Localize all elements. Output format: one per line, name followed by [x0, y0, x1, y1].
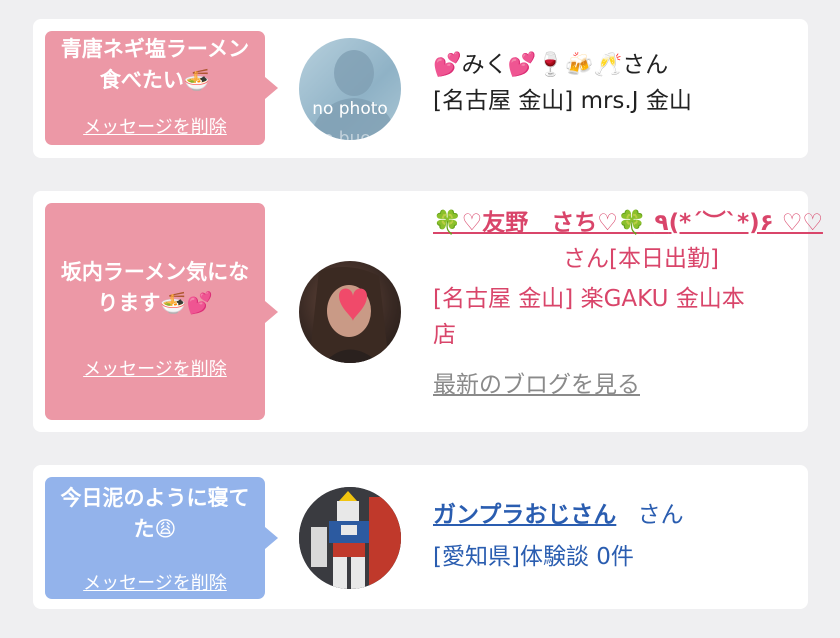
avatar-text: no photo [312, 99, 388, 119]
sender-area-continued: 店 [433, 322, 456, 348]
sender-name-suffix: さん [637, 502, 684, 528]
sender-info: 💕みく💕🍷🍻🥂さん [名古屋 金山] mrs.J 金山 [433, 47, 788, 119]
sender-info: 🍀♡友野 さち♡🍀 ٩(*´︶`*)۶ ♡♡ さん[本日出勤] [名古屋 金山]… [433, 205, 823, 403]
sender-info: ガンプラおじさん さん [愛知県]体験談 0件 [433, 497, 788, 575]
avatar[interactable]: no photo no photo [299, 38, 401, 140]
status-text: 坂内ラーメン気になります🍜💕 [60, 260, 250, 315]
status-text: 青唐ネギ塩ラーメン食べたい🍜 [60, 37, 250, 92]
avatar[interactable] [299, 487, 401, 589]
latest-blog-link[interactable]: 最新のブログを見る [433, 367, 788, 403]
delete-message-link[interactable]: メッセージを削除 [45, 355, 265, 381]
sender-area: [名古屋 金山] mrs.J 金山 [433, 88, 692, 114]
sender-name[interactable]: 💕みく💕🍷🍻🥂さん [433, 47, 788, 83]
avatar[interactable] [299, 261, 401, 363]
sender-name[interactable]: ガンプラおじさん [433, 502, 616, 528]
status-text: 今日泥のように寝てた😩 [60, 486, 250, 541]
delete-message-link[interactable]: メッセージを削除 [45, 569, 265, 595]
status-bubble: 今日泥のように寝てた😩 メッセージを削除 [45, 477, 278, 599]
gundam-avatar-photo [299, 487, 401, 589]
sender-name-row: ガンプラおじさん さん [433, 497, 788, 533]
status-bubble: 青唐ネギ塩ラーメン食べたい🍜 メッセージを削除 [45, 31, 278, 145]
message-card: 坂内ラーメン気になります🍜💕 メッセージを削除 🍀♡友野 さち♡🍀 ٩(*´︶`… [33, 191, 823, 432]
delete-message-link[interactable]: メッセージを削除 [45, 113, 265, 139]
sender-status-suffix: さん[本日出勤] [563, 246, 719, 272]
sender-name[interactable]: 🍀♡友野 さち♡🍀 ٩(*´︶`*)۶ ♡♡ [433, 205, 823, 241]
svg-text:no photo: no photo [312, 129, 388, 140]
message-card: 青唐ネギ塩ラーメン食べたい🍜 メッセージを削除 no photo no phot… [33, 19, 808, 158]
status-bubble: 坂内ラーメン気になります🍜💕 メッセージを削除 [45, 203, 278, 420]
avatar-photo [309, 267, 389, 363]
sender-area: [名古屋 金山] 楽GAKU 金山本 [433, 286, 745, 312]
sender-area: [愛知県]体験談 0件 [433, 544, 634, 570]
no-photo-placeholder: no photo no photo [309, 50, 399, 140]
message-card: 今日泥のように寝てた😩 メッセージを削除 ガンプラおじさん さん [愛知県]体験… [33, 465, 808, 609]
